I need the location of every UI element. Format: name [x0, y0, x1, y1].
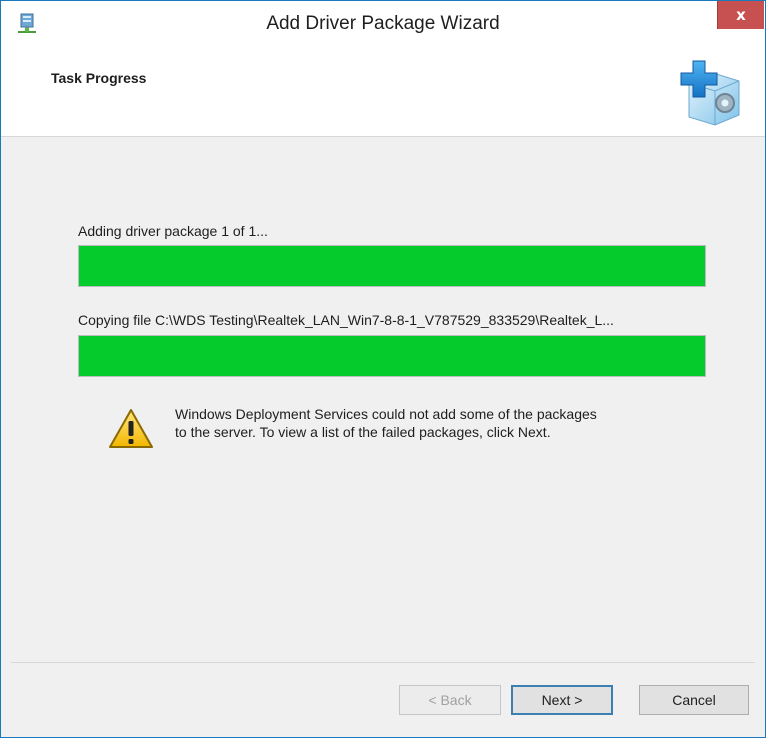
back-button[interactable]: < Back — [399, 685, 501, 715]
file-progress-bar — [78, 335, 706, 377]
title-bar: Add Driver Package Wizard x — [1, 1, 765, 47]
package-progress-bar — [78, 245, 706, 287]
close-button[interactable]: x — [717, 1, 764, 29]
footer-separator — [11, 662, 755, 663]
window-title: Add Driver Package Wizard — [266, 13, 500, 34]
driver-package-plus-icon — [680, 60, 740, 126]
wizard-header: Task Progress — [1, 47, 765, 137]
package-status-text: Adding driver package 1 of 1... — [78, 223, 268, 239]
page-title: Task Progress — [51, 70, 147, 86]
close-icon: x — [736, 6, 746, 24]
next-button[interactable]: Next > — [511, 685, 613, 715]
file-status-text: Copying file C:\WDS Testing\Realtek_LAN_… — [78, 312, 614, 328]
warning-line-2: to the server. To view a list of the fai… — [175, 424, 551, 440]
package-progress-fill — [79, 246, 705, 286]
warning-message: Windows Deployment Services could not ad… — [175, 405, 715, 441]
cancel-button[interactable]: Cancel — [639, 685, 749, 715]
warning-line-1: Windows Deployment Services could not ad… — [175, 406, 597, 422]
file-progress-fill — [79, 336, 705, 376]
warning-icon — [109, 409, 153, 448]
wizard-window: Add Driver Package Wizard x Task Progres… — [0, 0, 766, 738]
content-area: Adding driver package 1 of 1... Copying … — [1, 137, 765, 659]
